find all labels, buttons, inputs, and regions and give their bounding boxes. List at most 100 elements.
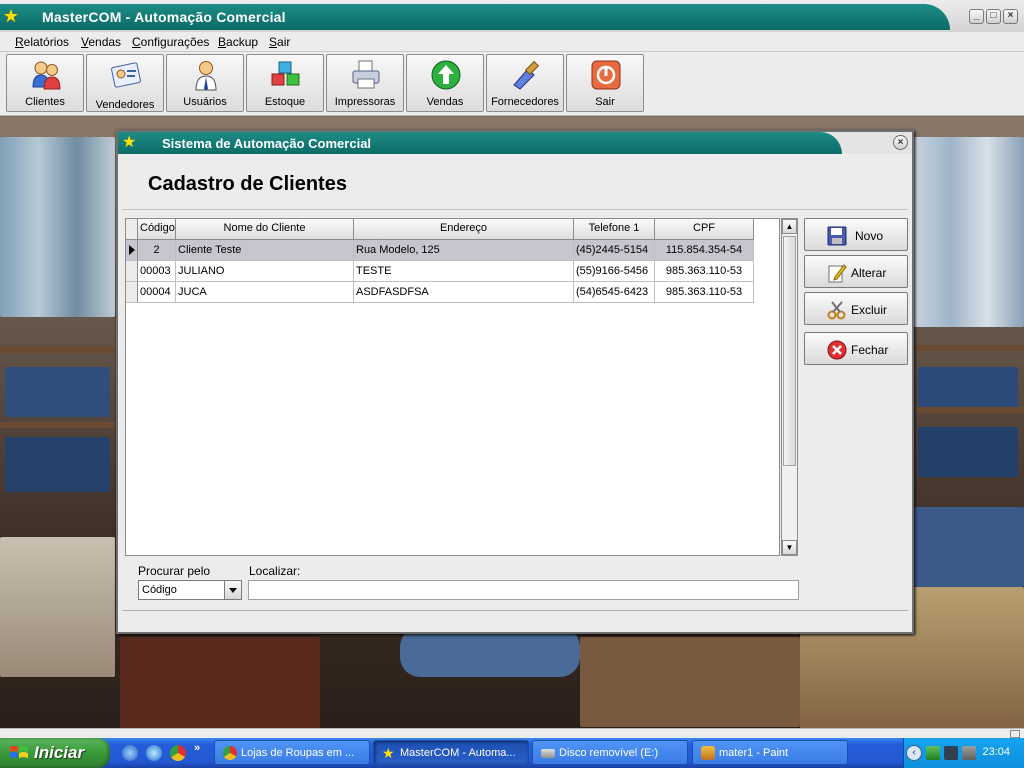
tray-disconnected-icon[interactable] <box>944 746 958 760</box>
cell-endereco: TESTE <box>354 261 574 282</box>
toolbar-clientes-button[interactable]: Clientes <box>6 54 84 112</box>
scroll-down-arrow-icon[interactable]: ▼ <box>782 540 797 555</box>
column-header-codigo[interactable]: Código <box>138 219 176 240</box>
cell-nome: JUCA <box>176 282 354 303</box>
tray-expand-icon[interactable]: ‹ <box>906 745 922 761</box>
task-chrome[interactable]: Lojas de Roupas em ... <box>214 740 370 765</box>
cell-cpf: 985.363.110-53 <box>655 282 754 303</box>
chevron-down-icon[interactable] <box>224 581 241 599</box>
column-header-cpf[interactable]: CPF <box>655 219 754 240</box>
windows-flag-icon <box>10 746 28 758</box>
procurar-label: Procurar pelo <box>138 564 211 578</box>
cell-codigo: 00004 <box>138 282 176 303</box>
excluir-button[interactable]: Excluir <box>804 292 908 325</box>
toolbar-sair-button[interactable]: Sair <box>566 54 644 112</box>
task-label: Lojas de Roupas em ... <box>241 747 355 759</box>
printer-icon <box>352 60 380 89</box>
tray-network-icon[interactable] <box>926 746 940 760</box>
toolbar-vendedores-button[interactable]: Vendedores <box>86 54 164 112</box>
toolbar-label: Usuários <box>183 96 227 108</box>
menu-relatorios[interactable]: Relatórios <box>15 35 69 49</box>
menu-backup[interactable]: Backup <box>218 35 258 49</box>
menu-configuracoes[interactable]: Configurações <box>132 35 209 49</box>
cell-endereco: Rua Modelo, 125 <box>354 240 574 261</box>
current-row-arrow-icon <box>129 245 135 255</box>
toolbar-label: Fornecedores <box>491 96 559 108</box>
table-row[interactable]: 00004 JUCA ASDFASDFSA (54)6545-6423 985.… <box>126 282 754 303</box>
menu-sair[interactable]: Sair <box>269 35 290 49</box>
column-header-endereco[interactable]: Endereço <box>354 219 574 240</box>
toolbar-label: Impressoras <box>334 96 396 108</box>
toolbar-label: Clientes <box>25 96 65 108</box>
cell-nome: Cliente Teste <box>176 240 354 261</box>
resize-grip-icon[interactable] <box>1010 730 1020 738</box>
toolbar-fornecedores-button[interactable]: Fornecedores <box>486 54 564 112</box>
start-button[interactable]: Iniciar <box>0 738 110 768</box>
toolbar-label: Sair <box>595 96 615 108</box>
close-button[interactable]: × <box>1003 9 1018 24</box>
fechar-button[interactable]: Fechar <box>804 332 908 365</box>
alterar-button[interactable]: Alterar <box>804 255 908 288</box>
localizar-label: Localizar: <box>249 564 301 578</box>
procurar-select[interactable]: Código <box>138 580 242 600</box>
maximize-button[interactable]: □ <box>986 9 1001 24</box>
chrome-icon <box>223 746 237 760</box>
toolbar-label: Estoque <box>264 96 306 108</box>
quicklaunch-network-icon[interactable] <box>122 745 138 761</box>
system-tray: ‹ 23:04 <box>903 738 1024 768</box>
task-label: Disco removível (E:) <box>559 747 659 759</box>
floppy-disk-icon <box>827 226 847 246</box>
toolbar-usuarios-button[interactable]: Usuários <box>166 54 244 112</box>
green-arrow-up-icon <box>431 60 461 90</box>
close-red-icon <box>827 340 847 360</box>
dialog-header: Cadastro de Clientes <box>122 156 908 210</box>
quicklaunch-more-icon[interactable]: » <box>194 742 200 754</box>
taskbar: Iniciar » Lojas de Roupas em ... ★ Maste… <box>0 738 1024 768</box>
scroll-up-arrow-icon[interactable]: ▲ <box>782 219 797 234</box>
clients-table: Código Nome do Cliente Endereço Telefone… <box>125 218 780 556</box>
supplier-brush-icon <box>513 60 540 90</box>
user-icon <box>195 61 217 91</box>
drive-icon <box>541 749 555 758</box>
cell-telefone: (45)2445-5154 <box>574 240 655 261</box>
edit-pencil-icon <box>828 264 847 283</box>
quicklaunch-chrome-icon[interactable] <box>170 745 186 761</box>
start-label: Iniciar <box>34 743 85 762</box>
cell-cpf: 115.854.354-54 <box>655 240 754 261</box>
table-row[interactable]: 00003 JULIANO TESTE (55)9166-5456 985.36… <box>126 261 754 282</box>
fechar-label: Fechar <box>851 343 889 357</box>
toolbar: Clientes Vendedores Usuários Estoque Imp… <box>0 52 1024 116</box>
task-label: mater1 - Paint <box>719 747 789 759</box>
column-header-telefone[interactable]: Telefone 1 <box>574 219 655 240</box>
table-header: Código Nome do Cliente Endereço Telefone… <box>126 219 754 240</box>
dialog-close-button[interactable]: × <box>893 135 908 150</box>
task-mastercom[interactable]: ★ MasterCOM - Automa... <box>373 740 529 765</box>
tray-volume-icon[interactable] <box>962 746 976 760</box>
main-status-bar <box>0 728 1024 738</box>
toolbar-label: Vendedores <box>95 99 155 111</box>
column-header-nome[interactable]: Nome do Cliente <box>176 219 354 240</box>
row-indicator <box>126 282 138 303</box>
row-indicator <box>126 261 138 282</box>
localizar-input[interactable] <box>248 580 799 600</box>
menu-vendas[interactable]: Vendas <box>81 35 121 49</box>
cell-nome: JULIANO <box>176 261 354 282</box>
table-vertical-scrollbar[interactable]: ▲ ▼ <box>781 218 798 556</box>
cell-codigo: 00003 <box>138 261 176 282</box>
scroll-thumb[interactable] <box>783 236 796 466</box>
novo-button[interactable]: Novo <box>804 218 908 251</box>
quicklaunch-ie-icon[interactable] <box>146 745 162 761</box>
table-row[interactable]: 2 Cliente Teste Rua Modelo, 125 (45)2445… <box>126 240 754 261</box>
task-removable-disk[interactable]: Disco removível (E:) <box>532 740 688 765</box>
toolbar-vendas-button[interactable]: Vendas <box>406 54 484 112</box>
toolbar-estoque-button[interactable]: Estoque <box>246 54 324 112</box>
excluir-label: Excluir <box>851 303 888 317</box>
scissors-icon <box>827 301 846 320</box>
task-paint[interactable]: mater1 - Paint <box>692 740 848 765</box>
dialog-status-bar <box>122 610 908 630</box>
minimize-button[interactable]: _ <box>969 9 984 24</box>
row-indicator <box>126 240 138 261</box>
paint-icon <box>701 746 715 760</box>
app-title: MasterCOM - Automação Comercial <box>42 9 286 25</box>
toolbar-impressoras-button[interactable]: Impressoras <box>326 54 404 112</box>
